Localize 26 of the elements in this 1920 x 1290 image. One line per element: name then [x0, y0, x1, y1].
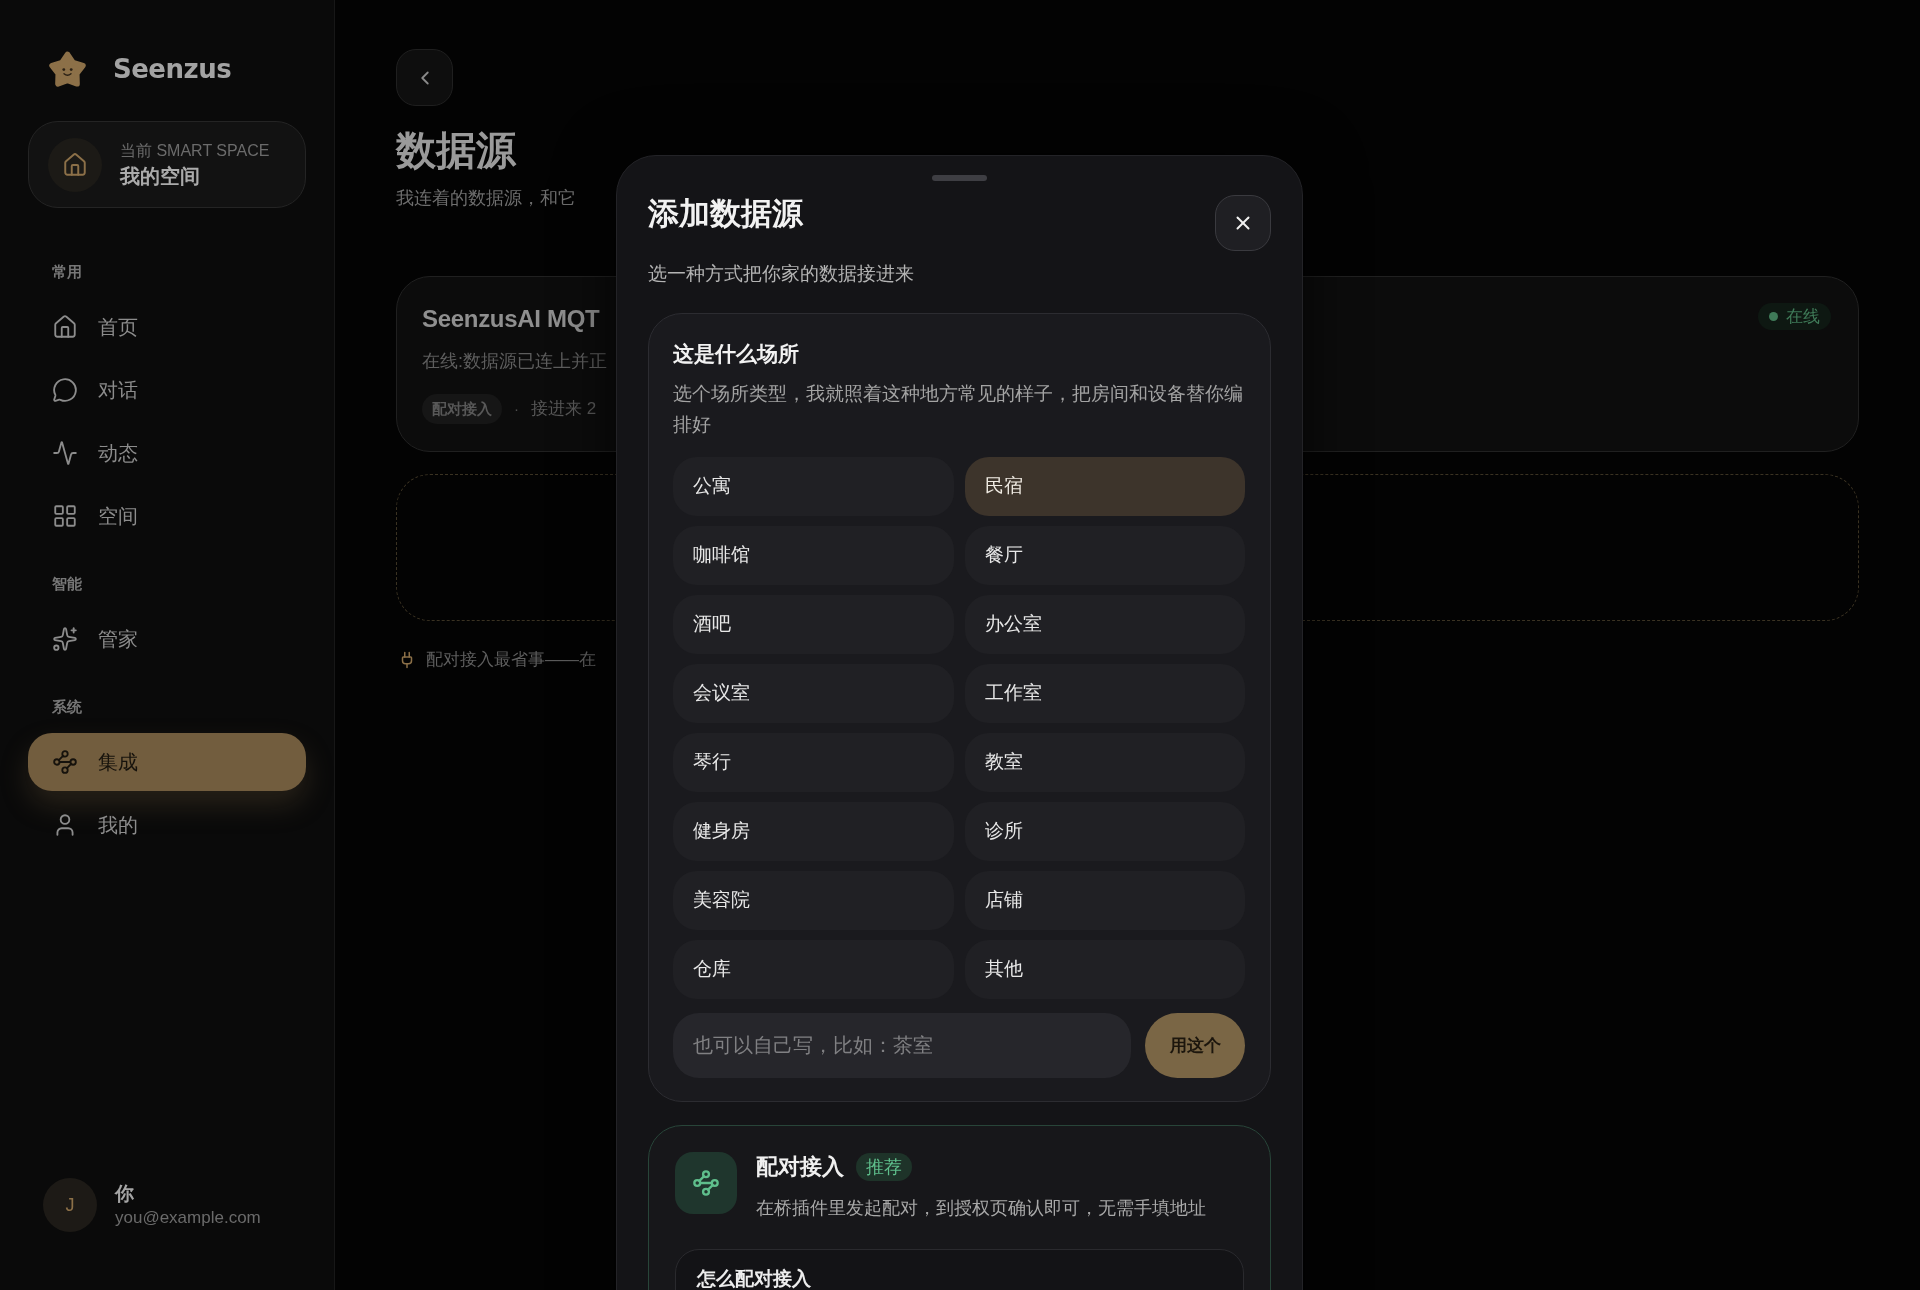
venue-heading: 这是什么场所 — [673, 341, 799, 367]
page-title: 数据源 — [396, 127, 516, 174]
user-email: you@example.com — [115, 1207, 261, 1229]
section-label: 常用 — [52, 262, 82, 282]
venue-description: 选个场所类型，我就照着这种地方常见的样子，把房间和设备替你编排好 — [673, 382, 1244, 437]
section-label: 智能 — [52, 574, 82, 594]
source-name: SeenzusAI MQT — [422, 304, 600, 334]
status-label: 在线 — [1786, 305, 1820, 328]
dialog-title: 添加数据源 — [648, 195, 803, 233]
space-label: 当前 SMART SPACE — [120, 140, 270, 161]
source-status-text: 在线:数据源已连上并正 — [422, 350, 607, 373]
brand-name: Seenzus — [113, 53, 232, 86]
section-label: 系统 — [52, 697, 82, 717]
user-name: 你 — [115, 1182, 134, 1206]
separator-dot: · — [514, 398, 519, 419]
method-tag: 配对接入 — [422, 394, 502, 424]
source-meta: 接进来 2 — [531, 398, 597, 420]
dialog-subtitle: 选一种方式把你家的数据接进来 — [648, 262, 914, 286]
user-avatar: J — [43, 1178, 97, 1232]
steps-heading: 怎么配对接入 — [697, 1268, 811, 1290]
recommended-badge: 推荐 — [856, 1153, 912, 1181]
method-title: 配对接入 — [756, 1153, 844, 1181]
hint-text: 配对接入最省事——在 — [426, 649, 596, 671]
method-description: 在桥插件里发起配对，到授权页确认即可，无需手填地址 — [756, 1197, 1206, 1220]
space-name: 我的空间 — [120, 163, 200, 189]
page-subtitle: 我连着的数据源，和它 — [396, 187, 576, 210]
